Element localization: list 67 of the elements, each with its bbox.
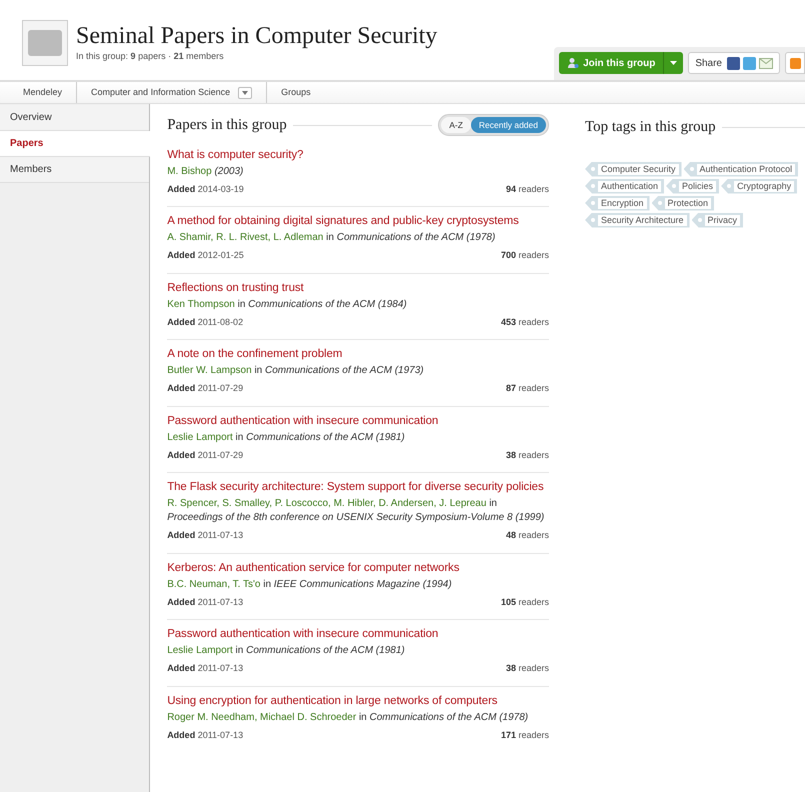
tag[interactable]: Encryption — [585, 196, 650, 210]
paper-title[interactable]: Password authentication with insecure communication — [167, 626, 549, 642]
reader-count: 38 readers — [506, 662, 549, 675]
added-date: Added 2014-03-19 — [167, 182, 244, 196]
mail-icon[interactable] — [759, 58, 773, 68]
paper-title[interactable]: A note on the confinement problem — [167, 346, 549, 362]
reader-count: 87 readers — [506, 382, 549, 395]
paper-citation: Leslie Lamport in Communications of the ACM (1981) — [167, 644, 406, 658]
breadcrumb-link[interactable]: Groups — [281, 86, 311, 100]
share-label: Share — [695, 56, 722, 70]
added-date: Added 2011-08-02 — [167, 316, 244, 328]
paper-citation: Roger M. Needham, Michael D. Schroeder in Communications of the ACM (1978) — [167, 710, 530, 724]
paper-title[interactable]: Kerberos: An authentication service for computer networks — [167, 560, 549, 576]
reader-count: 453 readers — [500, 316, 549, 328]
user-add-icon — [567, 57, 580, 69]
sidebar-item[interactable]: Papers — [0, 131, 150, 157]
join-menu-button[interactable] — [663, 52, 684, 74]
paper-citation: Ken Thompson in Communications of the ACM (1984) — [167, 298, 408, 312]
tag[interactable]: Computer Security — [585, 162, 682, 176]
paper-title[interactable]: Using encryption for authentication in large networks of computers — [167, 692, 549, 708]
tag[interactable]: Privacy — [692, 212, 744, 228]
caret-icon — [670, 61, 678, 65]
group-stats: In this group: 9 papers · 21 members — [76, 50, 225, 63]
paper-citation: Leslie Lamport in Communications of the ACM (1981) — [167, 430, 406, 444]
tag[interactable]: Cryptography — [721, 178, 798, 194]
join-group-button[interactable]: Join this group — [559, 52, 664, 74]
rss-button[interactable] — [785, 52, 805, 74]
caret-icon — [242, 90, 248, 94]
paper-citation: A. Shamir, R. L. Rivest, L. Adleman in Communications of the ACM (1978) — [167, 231, 496, 245]
paper-title[interactable]: What is computer security? — [167, 146, 549, 162]
sidebar-item[interactable]: Members — [0, 157, 150, 183]
added-date: Added 2011-07-13 — [167, 728, 244, 742]
paper-citation: M. Bishop (2003) — [167, 164, 244, 178]
reader-count: 94 readers — [506, 182, 549, 196]
breadcrumb-link[interactable]: Mendeley — [23, 86, 62, 100]
tag[interactable]: Protection — [652, 196, 714, 210]
section-heading: Top tags in this group — [585, 118, 716, 137]
dropdown-button[interactable] — [238, 86, 252, 98]
sort-toggle[interactable]: Recently added — [470, 117, 546, 134]
added-date: Added 2011-07-29 — [167, 448, 244, 462]
tag[interactable]: Authentication — [585, 178, 664, 194]
reader-count: 171 readers — [500, 728, 549, 742]
added-date: Added 2011-07-29 — [167, 382, 244, 395]
reader-count: 38 readers — [506, 448, 549, 462]
added-date: Added 2012-01-25 — [167, 249, 244, 262]
added-date: Added 2011-07-13 — [167, 529, 244, 542]
breadcrumb-link[interactable]: Computer and Information Science — [91, 86, 230, 100]
sidebar-item[interactable]: Overview — [0, 105, 150, 131]
tag[interactable]: Authentication Protocol — [684, 162, 798, 176]
paper-title[interactable]: Password authentication with insecure communication — [167, 412, 549, 428]
paper-title[interactable]: The Flask security architecture: System support for diverse security policies — [167, 479, 549, 495]
added-date: Added 2011-07-13 — [167, 662, 244, 675]
paper-citation: Butler W. Lampson in Communications of the ACM (1973) — [167, 364, 425, 378]
paper-title[interactable]: Reflections on trusting trust — [167, 280, 549, 296]
tag[interactable]: Policies — [666, 178, 720, 194]
paper-citation: B.C. Neuman, T. Ts'o in IEEE Communications Magazine (1994) — [167, 578, 453, 592]
paper-citation: R. Spencer, S. Smalley, P. Loscocco, M. Hibler, D. Andersen, J. Lepreau in Proceedings of the 8th conference on USENIX Security Symposium-Volume 8 (1999) — [167, 497, 546, 525]
reader-count: 700 readers — [500, 249, 549, 262]
group-title: Seminal Papers in Computer Security — [76, 22, 438, 50]
added-date: Added 2011-07-13 — [167, 596, 244, 608]
paper-title[interactable]: A method for obtaining digital signatures and public-key cryptosystems — [167, 213, 549, 229]
tag[interactable]: Security Architecture — [585, 212, 690, 228]
section-heading: Papers in this group — [167, 116, 287, 135]
reader-count: 105 readers — [500, 596, 549, 608]
sort-toggle[interactable]: A-Z — [441, 117, 471, 134]
group-logo — [22, 20, 68, 66]
reader-count: 48 readers — [506, 529, 549, 542]
